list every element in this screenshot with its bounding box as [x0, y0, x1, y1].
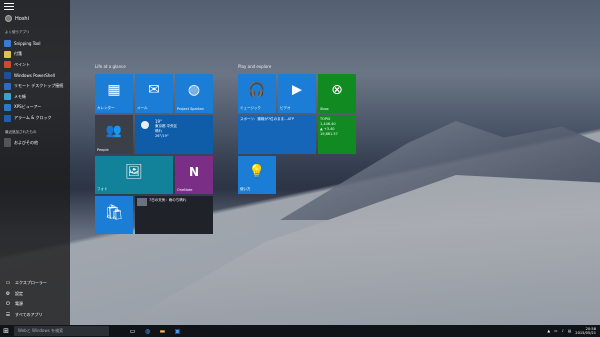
tile-tips[interactable]: 💡 使い方: [238, 156, 276, 194]
notification-icon[interactable]: ▤: [568, 329, 571, 333]
file-explorer-button[interactable]: ▭ エクスプローラー: [5, 278, 67, 289]
tile-people[interactable]: 👥 People: [95, 115, 133, 154]
search-placeholder: Webと Windows を検索: [18, 328, 64, 333]
app-item-xps-viewer[interactable]: XPSビューアー: [4, 102, 68, 113]
store-bag-icon: 🛍: [104, 202, 124, 221]
group-title-life: Life at a glance: [95, 64, 126, 69]
volume-icon[interactable]: ♪: [562, 329, 564, 333]
photo-icon: 🖼: [125, 163, 143, 180]
finance-name: TOPIX: [320, 117, 331, 121]
start-bottom-list: ▭ エクスプローラー ⚙ 設定 ⏻ 電源 ☰ すべてのアプリ: [5, 278, 67, 320]
folder-icon: ▬: [159, 327, 166, 335]
most-used-list: Snipping Tool 付箋 ペイント Windows PowerShell…: [4, 38, 68, 124]
task-view-button[interactable]: ▭: [127, 326, 138, 337]
sports-headline: スポーツ：錦織が7位のまま…ATP: [240, 117, 295, 121]
news-thumbnail: [137, 198, 147, 206]
user-account[interactable]: Hoshi: [5, 15, 29, 22]
calendar-icon: ▦: [107, 82, 121, 99]
start-menu-left-pane: Hoshi よく使うアプリ Snipping Tool 付箋 ペイント Wind…: [0, 0, 70, 325]
avatar: [5, 15, 12, 22]
xbox-icon: ⊗: [331, 82, 343, 99]
list-icon: ☰: [5, 311, 11, 318]
tile-onenote[interactable]: N OneNote: [175, 156, 213, 194]
app-item-sticky-notes[interactable]: 付箋: [4, 49, 68, 60]
tile-finance[interactable]: TOPIX 1,446.40 ▲ +3.40 19,861.57: [318, 115, 356, 154]
system-tray: ▲ ▭ ♪ ▤ 20:58 2015/05/21: [547, 325, 596, 337]
tile-mail[interactable]: ✉ メール: [135, 74, 173, 113]
video-icon: ▶: [292, 82, 302, 98]
news-headline: 7日の天気：雨のち晴れ: [149, 198, 187, 202]
weather-range: 26°/19°: [155, 134, 169, 138]
taskbar-clock[interactable]: 20:58 2015/05/21: [575, 327, 596, 336]
weather-sun-icon: [141, 121, 149, 129]
tile-weather[interactable]: 19° 東京都 中央区 晴れ 26°/19°: [135, 115, 213, 154]
tile-calendar[interactable]: ▦ カレンダー: [95, 74, 133, 113]
paint-icon: [4, 61, 11, 69]
app-item-remote-desktop[interactable]: リモート デスクトップ接続: [4, 81, 68, 92]
tile-photos[interactable]: 🖼 フォト: [95, 156, 173, 194]
tile-store[interactable]: 🛍: [95, 196, 133, 234]
taskbar: ⊞ Webと Windows を検索 ▭ ◍ ▬ ▣ ▲ ▭ ♪ ▤ 20:58…: [0, 325, 600, 337]
snipping-tool-icon: [4, 39, 11, 47]
power-icon: ⏻: [6, 301, 10, 308]
tile-news[interactable]: 7日の天気：雨のち晴れ: [135, 196, 213, 234]
taskbar-store-button[interactable]: ▣: [172, 326, 183, 337]
people-icon: 👥: [105, 123, 123, 139]
tile-video[interactable]: ▶ ビデオ: [278, 74, 316, 113]
mail-icon: ✉: [148, 82, 160, 99]
power-button[interactable]: ⏻ 電源: [5, 299, 67, 310]
headphones-icon: 🎧: [248, 82, 266, 99]
tile-project-spartan[interactable]: ◍ Project Spartan: [175, 74, 213, 113]
taskbar-edge-button[interactable]: ◍: [142, 326, 153, 337]
task-view-icon: ▭: [129, 327, 136, 335]
recent-app-item[interactable]: およびその他: [4, 138, 38, 147]
app-item-powershell[interactable]: Windows PowerShell: [4, 70, 68, 81]
windows-logo-icon: ⊞: [3, 327, 9, 335]
notepad-icon: [4, 93, 11, 101]
user-name: Hoshi: [15, 15, 29, 22]
tile-sports[interactable]: スポーツ：錦織が7位のまま…ATP: [238, 115, 316, 154]
app-item-paint[interactable]: ペイント: [4, 59, 68, 70]
xps-viewer-icon: [4, 103, 11, 111]
gear-icon: ⚙: [5, 290, 11, 297]
store-icon: ▣: [174, 327, 181, 335]
globe-icon: ◍: [187, 82, 201, 99]
clock-date: 2015/05/21: [575, 331, 596, 335]
taskbar-search-box[interactable]: Webと Windows を検索: [14, 326, 109, 336]
most-used-heading: よく使うアプリ: [5, 30, 30, 34]
folder-icon: ▭: [5, 280, 11, 287]
taskbar-explorer-button[interactable]: ▬: [157, 326, 168, 337]
settings-button[interactable]: ⚙ 設定: [5, 289, 67, 300]
powershell-icon: [4, 71, 11, 79]
menu-icon[interactable]: [4, 3, 14, 11]
recent-heading: 最近追加されたもの: [5, 130, 37, 134]
remote-desktop-icon: [4, 82, 11, 90]
all-apps-button[interactable]: ☰ すべてのアプリ: [5, 310, 67, 321]
group-title-play: Play and explore: [238, 64, 272, 69]
app-item-snipping-tool[interactable]: Snipping Tool: [4, 38, 68, 49]
finance-value-2: 19,861.57: [320, 132, 338, 136]
tray-arrow-icon[interactable]: ▲: [547, 329, 550, 333]
start-button[interactable]: ⊞: [0, 325, 12, 337]
recent-app-icon: [4, 138, 11, 147]
browser-icon: ◍: [144, 327, 151, 335]
app-item-alarms[interactable]: アラーム & クロック: [4, 113, 68, 124]
network-icon[interactable]: ▭: [554, 329, 557, 333]
alarm-clock-icon: [4, 114, 11, 122]
lightbulb-icon: 💡: [248, 164, 266, 180]
finance-change: ▲ +3.40: [320, 127, 335, 131]
sticky-notes-icon: [4, 50, 11, 58]
tile-xbox[interactable]: ⊗ Xbox: [318, 74, 356, 113]
app-item-notepad[interactable]: メモ帳: [4, 91, 68, 102]
onenote-icon: N: [188, 164, 200, 179]
finance-value: 1,446.40: [320, 122, 336, 126]
tile-groove-music[interactable]: 🎧 ミュージック: [238, 74, 276, 113]
